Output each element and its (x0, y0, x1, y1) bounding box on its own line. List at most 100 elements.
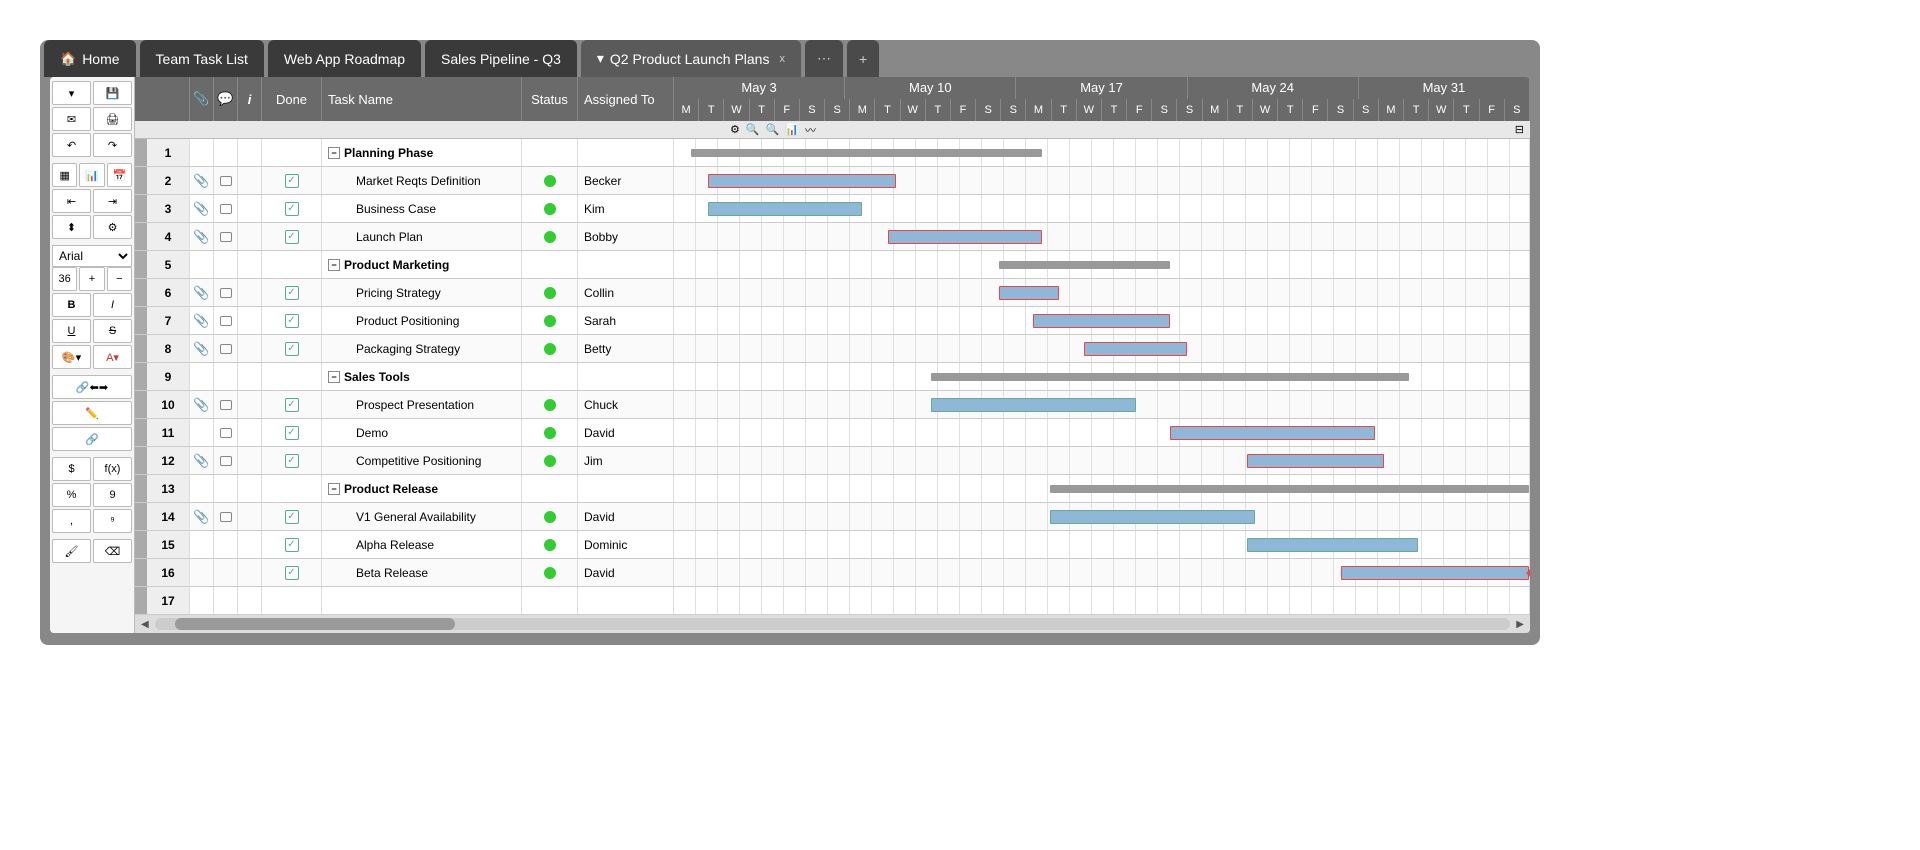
font-size[interactable]: 36 (52, 267, 77, 291)
task-cell[interactable] (322, 587, 522, 614)
info-cell[interactable] (238, 139, 262, 166)
attach-cell[interactable] (190, 251, 214, 278)
info-cell[interactable] (238, 223, 262, 250)
assigned-cell[interactable]: Chuck (578, 391, 674, 418)
gantt-cell[interactable] (674, 587, 1530, 614)
info-cell[interactable] (238, 279, 262, 306)
table-row[interactable]: 11✓DemoDavid (135, 419, 1530, 447)
row-header[interactable]: 17 (135, 587, 190, 614)
checkbox-checked-icon[interactable]: ✓ (285, 286, 299, 300)
comment-cell[interactable] (214, 531, 238, 558)
row-handle[interactable] (135, 559, 147, 586)
assigned-cell[interactable]: David (578, 503, 674, 530)
checkbox-checked-icon[interactable]: ✓ (285, 510, 299, 524)
comment-col-header[interactable]: 💬 (214, 77, 238, 121)
row-header[interactable]: 14 (135, 503, 190, 530)
increase-font-button[interactable]: + (79, 267, 104, 291)
outdent-button[interactable]: ⇤ (52, 189, 91, 213)
status-col-header[interactable]: Status (522, 77, 578, 121)
strike-button[interactable]: S (93, 319, 132, 343)
comment-cell[interactable] (214, 307, 238, 334)
task-cell[interactable]: Demo (322, 419, 522, 446)
done-col-header[interactable]: Done (262, 77, 322, 121)
table-row[interactable]: 3📎✓Business CaseKim (135, 195, 1530, 223)
row-handle[interactable] (135, 391, 147, 418)
gantt-cell[interactable] (674, 251, 1530, 278)
gantt-cell[interactable] (674, 335, 1530, 362)
assigned-cell[interactable] (578, 251, 674, 278)
status-cell[interactable] (522, 167, 578, 194)
assigned-cell[interactable] (578, 363, 674, 390)
task-bar[interactable] (708, 202, 862, 216)
info-cell[interactable] (238, 167, 262, 194)
row-handle[interactable] (135, 167, 147, 194)
attach-cell[interactable] (190, 587, 214, 614)
comment-cell[interactable] (214, 251, 238, 278)
info-cell[interactable] (238, 559, 262, 586)
attach-cell[interactable] (190, 363, 214, 390)
row-header[interactable]: 11 (135, 419, 190, 446)
status-cell[interactable] (522, 503, 578, 530)
row-header[interactable]: 9 (135, 363, 190, 390)
done-cell[interactable] (262, 251, 322, 278)
info-cell[interactable] (238, 475, 262, 502)
grid-view-button[interactable]: ▦ (52, 163, 77, 187)
done-cell[interactable]: ✓ (262, 335, 322, 362)
task-cell[interactable]: −Product Release (322, 475, 522, 502)
status-cell[interactable] (522, 223, 578, 250)
attach-cell[interactable] (190, 559, 214, 586)
task-cell[interactable]: −Product Marketing (322, 251, 522, 278)
attach-cell[interactable]: 📎 (190, 279, 214, 306)
bold-button[interactable]: B (52, 293, 91, 317)
format-painter-button[interactable]: 🖌 (52, 539, 91, 563)
row-header[interactable]: 13 (135, 475, 190, 502)
row-handle[interactable] (135, 587, 147, 614)
calendar-view-button[interactable]: 📅 (107, 163, 132, 187)
row-handle[interactable] (135, 139, 147, 166)
done-cell[interactable]: ✓ (262, 391, 322, 418)
task-bar[interactable] (1084, 342, 1187, 356)
text-color-button[interactable]: A▾ (93, 345, 132, 369)
comment-cell[interactable] (214, 419, 238, 446)
row-handle[interactable] (135, 447, 147, 474)
assigned-cell[interactable]: Becker (578, 167, 674, 194)
status-cell[interactable] (522, 195, 578, 222)
status-cell[interactable] (522, 251, 578, 278)
status-cell[interactable] (522, 531, 578, 558)
task-bar[interactable] (708, 174, 896, 188)
status-cell[interactable] (522, 391, 578, 418)
checkbox-checked-icon[interactable]: ✓ (285, 342, 299, 356)
table-row[interactable]: 8📎✓Packaging StrategyBetty (135, 335, 1530, 363)
italic-button[interactable]: I (93, 293, 132, 317)
comment-cell[interactable] (214, 559, 238, 586)
link-rows-button[interactable]: 🔗⬅➡ (52, 375, 132, 399)
checkbox-checked-icon[interactable]: ✓ (285, 454, 299, 468)
comment-cell[interactable] (214, 167, 238, 194)
assigned-cell[interactable] (578, 587, 674, 614)
task-cell[interactable]: Pricing Strategy (322, 279, 522, 306)
assigned-cell[interactable]: David (578, 559, 674, 586)
filter-button[interactable]: ⚙ (93, 215, 132, 239)
task-cell[interactable]: Alpha Release (322, 531, 522, 558)
attach-link-button[interactable]: 🔗 (52, 427, 132, 451)
decimal-button[interactable]: ⁹ (93, 509, 132, 533)
task-cell[interactable]: V1 General Availability (322, 503, 522, 530)
thousands-button[interactable]: , (52, 509, 91, 533)
summary-bar[interactable] (931, 373, 1410, 381)
fill-color-button[interactable]: 🎨▾ (52, 345, 91, 369)
font-select[interactable]: Arial (52, 245, 132, 267)
status-cell[interactable] (522, 559, 578, 586)
task-bar[interactable] (1033, 314, 1170, 328)
gantt-cell[interactable] (674, 391, 1530, 418)
table-row[interactable]: 15✓Alpha ReleaseDominic (135, 531, 1530, 559)
row-header[interactable]: 7 (135, 307, 190, 334)
scroll-left-icon[interactable]: ◀ (141, 619, 149, 630)
chart-icon[interactable]: 📊 (785, 123, 799, 136)
status-cell[interactable] (522, 279, 578, 306)
table-row[interactable]: 5−Product Marketing (135, 251, 1530, 279)
task-cell[interactable]: Launch Plan (322, 223, 522, 250)
gantt-cell[interactable] (674, 475, 1530, 502)
comment-cell[interactable] (214, 279, 238, 306)
table-row[interactable]: 6📎✓Pricing StrategyCollin (135, 279, 1530, 307)
assigned-cell[interactable]: Betty (578, 335, 674, 362)
